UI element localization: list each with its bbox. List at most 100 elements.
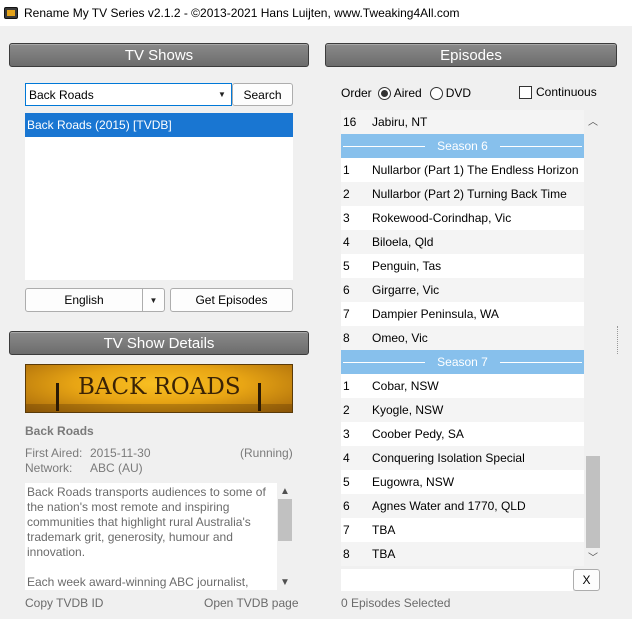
show-description[interactable]: Back Roads transports audiences to some … (25, 483, 293, 590)
episode-number: 16 (343, 115, 357, 129)
episode-number: 8 (343, 547, 350, 561)
resize-grip[interactable] (617, 326, 620, 354)
order-label: Order (341, 86, 372, 100)
episode-number: 7 (343, 523, 350, 537)
episode-title: Agnes Water and 1770, QLD (372, 499, 526, 513)
clear-filter-button[interactable]: X (573, 569, 600, 591)
episode-row[interactable]: 3 Rokewood-Corindhap, Vic (341, 206, 584, 230)
episode-row[interactable]: 1 Cobar, NSW (341, 374, 584, 398)
episode-number: 1 (343, 379, 350, 393)
episode-row[interactable]: 6 Girgarre, Vic (341, 278, 584, 302)
season-header-row: Season 7 (341, 350, 584, 374)
episode-row[interactable]: 5 Eugowra, NSW (341, 470, 584, 494)
episode-title: Biloela, Qld (372, 235, 434, 249)
episodes-selected-status: 0 Episodes Selected (341, 596, 451, 610)
tv-shows-header: TV Shows (9, 43, 309, 67)
language-value: English (64, 293, 104, 307)
episode-row[interactable]: 6 Agnes Water and 1770, QLD (341, 494, 584, 518)
episode-list-scrollbar[interactable]: ︿ ﹀ (585, 110, 601, 566)
network-label: Network: (25, 461, 73, 475)
episode-number: 2 (343, 187, 350, 201)
show-result-item[interactable]: Back Roads (2015) [TVDB] (25, 113, 293, 137)
open-tvdb-page-link[interactable]: Open TVDB page (204, 596, 299, 610)
chevron-down-icon[interactable]: ▼ (142, 289, 164, 311)
app-tv-icon (4, 7, 18, 19)
show-poster-image: BACK ROADS (25, 364, 293, 413)
episode-number: 5 (343, 259, 350, 273)
episode-row[interactable]: 3 Coober Pedy, SA (341, 422, 584, 446)
episode-list[interactable]: 16 Jabiru, NT Season 6 1 Nullarbor (Part 1) … (341, 110, 584, 566)
poster-logo-text: BACK ROADS (78, 374, 241, 400)
title-bar: Rename My TV Series v2.1.2 - ©2013-2021 … (0, 0, 632, 26)
copy-tvdb-id-link[interactable]: Copy TVDB ID (25, 596, 103, 610)
order-options: Order Aired DVD (341, 84, 471, 102)
tv-show-details-header: TV Show Details (9, 331, 309, 355)
episode-title: Kyogle, NSW (372, 403, 444, 417)
episode-title: TBA (372, 547, 396, 561)
dvd-label[interactable]: DVD (446, 86, 471, 100)
dvd-radio[interactable] (429, 86, 443, 100)
season-header-row: Season 6 (341, 134, 584, 158)
chevron-down-icon[interactable]: ﹀ (585, 548, 601, 564)
episode-title: Dampier Peninsula, WA (372, 307, 499, 321)
continuous-label[interactable]: Continuous (536, 85, 597, 99)
episode-number: 4 (343, 235, 350, 249)
episode-number: 6 (343, 499, 350, 513)
chevron-up-icon[interactable]: ︿ (585, 112, 601, 128)
episode-title: Rokewood-Corindhap, Vic (372, 211, 512, 225)
language-select[interactable]: English ▼ (25, 288, 165, 312)
episode-number: 1 (343, 163, 350, 177)
chevron-up-icon[interactable]: ▲ (277, 483, 293, 499)
episode-title: Penguin, Tas (372, 259, 442, 273)
network-value: ABC (AU) (90, 461, 143, 475)
first-aired-label: First Aired: (25, 446, 83, 460)
episode-title: Cobar, NSW (372, 379, 439, 393)
episode-title: Coober Pedy, SA (372, 427, 464, 441)
episode-row[interactable]: 7 Dampier Peninsula, WA (341, 302, 584, 326)
episode-number: 8 (343, 331, 350, 345)
episode-title: TBA (372, 523, 396, 537)
episode-number: 2 (343, 403, 350, 417)
episode-row[interactable]: 7 TBA (341, 518, 584, 542)
episode-title: Jabiru, NT (372, 115, 428, 129)
episode-row[interactable]: 5 Penguin, Tas (341, 254, 584, 278)
episode-title: Conquering Isolation Special (372, 451, 525, 465)
episode-number: 3 (343, 427, 350, 441)
episode-row[interactable]: 1 Nullarbor (Part 1) The Endless Horizon (341, 158, 584, 182)
episode-title: Eugowra, NSW (372, 475, 455, 489)
scroll-thumb[interactable] (586, 456, 600, 548)
first-aired-value: 2015-11-30 (90, 446, 151, 460)
episode-number: 5 (343, 475, 350, 489)
episode-number: 6 (343, 283, 350, 297)
episode-row[interactable]: 4 Conquering Isolation Special (341, 446, 584, 470)
episode-row[interactable]: 8 Omeo, Vic (341, 326, 584, 350)
episode-row[interactable]: 2 Nullarbor (Part 2) Turning Back Time (341, 182, 584, 206)
aired-radio[interactable] (377, 86, 391, 100)
scroll-thumb[interactable] (278, 499, 292, 541)
show-results-list[interactable]: Back Roads (2015) [TVDB] (25, 113, 293, 280)
episode-filter-input[interactable] (341, 569, 573, 591)
chevron-down-icon[interactable]: ▼ (213, 84, 231, 105)
description-text: Back Roads transports audiences to some … (27, 485, 266, 589)
show-status: (Running) (240, 446, 293, 460)
search-button[interactable]: Search (232, 83, 293, 106)
show-name: Back Roads (25, 424, 94, 438)
episode-row[interactable]: 16 Jabiru, NT (341, 110, 584, 134)
description-scrollbar[interactable]: ▲ ▼ (277, 483, 293, 590)
show-search-input[interactable]: Back Roads (26, 88, 213, 102)
window-title: Rename My TV Series v2.1.2 - ©2013-2021 … (24, 6, 460, 20)
episode-title: Nullarbor (Part 2) Turning Back Time (372, 187, 567, 201)
episode-title: Nullarbor (Part 1) The Endless Horizon (372, 163, 579, 177)
episode-row[interactable]: 4 Biloela, Qld (341, 230, 584, 254)
chevron-down-icon[interactable]: ▼ (277, 574, 293, 590)
episodes-header: Episodes (325, 43, 617, 67)
continuous-checkbox[interactable] (519, 86, 532, 99)
episode-number: 4 (343, 451, 350, 465)
get-episodes-button[interactable]: Get Episodes (170, 288, 293, 312)
show-search-combo[interactable]: Back Roads ▼ (25, 83, 232, 106)
episode-row[interactable]: 2 Kyogle, NSW (341, 398, 584, 422)
episode-title: Omeo, Vic (372, 331, 428, 345)
episode-row[interactable]: 8 TBA (341, 542, 584, 566)
episode-number: 3 (343, 211, 350, 225)
aired-label[interactable]: Aired (394, 86, 422, 100)
